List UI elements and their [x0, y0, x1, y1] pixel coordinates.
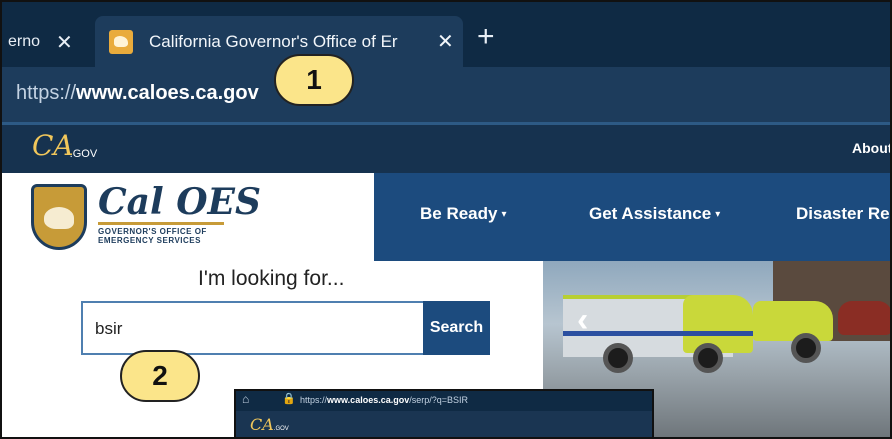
tab-active-title: California Governor's Office of Er — [149, 31, 398, 51]
lock-icon: 🔒 — [282, 393, 296, 405]
nav-link-about[interactable]: About — [852, 140, 890, 156]
helicopter-shape — [838, 301, 890, 335]
nav-item-get-assistance[interactable]: Get Assistance ▾ — [589, 204, 720, 224]
wheel-shape — [791, 333, 821, 363]
nav-item-be-ready[interactable]: Be Ready ▾ — [420, 204, 507, 224]
nav-item-label: Be Ready — [420, 204, 498, 223]
address-bar[interactable]: https://www.caloes.ca.gov — [2, 67, 890, 125]
wheel-shape — [603, 343, 633, 373]
cagov-logo-text: CA — [32, 129, 74, 162]
home-icon[interactable]: ⌂ — [242, 392, 249, 406]
browser-tab-strip: erno ✕ California Governor's Office of E… — [2, 2, 890, 67]
callout-step-1: 1 — [274, 54, 354, 106]
search-input[interactable]: bsir — [81, 301, 425, 355]
fire-truck-cab-shape — [683, 295, 753, 353]
search-button[interactable]: Search — [423, 301, 490, 355]
url-prefix: https:// — [16, 82, 77, 104]
tab-previous[interactable]: erno ✕ — [2, 20, 92, 64]
cagov-bar: CA.GOV About — [2, 125, 890, 173]
inset-url-host: www.caloes.ca.gov — [327, 395, 410, 405]
search-heading: I'm looking for... — [198, 267, 345, 290]
main-nav: Be Ready▾ Get Assistance▾ Disaster Resp — [374, 173, 890, 261]
callout-step-2: 2 — [120, 350, 200, 402]
caloes-favicon-icon — [109, 29, 133, 54]
site-logo-area[interactable]: Cal OES GOVERNOR'S OFFICE OF EMERGENCY S… — [2, 173, 374, 261]
nav-item-label: Get Assistance — [589, 204, 712, 223]
close-icon[interactable]: ✕ — [437, 29, 454, 54]
screenshot-frame: erno ✕ California Governor's Office of E… — [0, 0, 892, 439]
pickup-truck-shape — [753, 301, 833, 341]
chevron-down-icon: ▾ — [715, 209, 721, 220]
inset-url-prefix: https:// — [300, 395, 328, 405]
brand: Cal OES GOVERNOR'S OFFICE OF EMERGENCY S… — [98, 183, 261, 245]
nav-item-disaster-response[interactable]: Disaster Resp — [796, 204, 890, 224]
cagov-logo[interactable]: CA.GOV — [32, 131, 101, 167]
inset-cagov-logo: CA.GOV — [250, 415, 289, 434]
carousel-prev-icon[interactable]: ‹ — [577, 301, 588, 340]
caloes-seal-icon — [31, 184, 87, 250]
inset-screenshot: ⌂ 🔒 https://www.caloes.ca.gov/serp/?q=BS… — [234, 389, 654, 437]
inset-url-text[interactable]: https://www.caloes.ca.gov/serp/?q=BSIR — [300, 395, 468, 405]
tab-active[interactable]: California Governor's Office of Er ✕ — [95, 16, 463, 67]
inset-logo-text: CA — [250, 415, 274, 434]
wheel-shape — [693, 343, 723, 373]
url-text[interactable]: https://www.caloes.ca.gov — [16, 82, 259, 105]
new-tab-button[interactable]: + — [477, 22, 495, 52]
inset-address-bar: ⌂ 🔒 https://www.caloes.ca.gov/serp/?q=BS… — [236, 391, 652, 411]
close-icon[interactable]: ✕ — [56, 30, 73, 55]
brand-name: Cal OES — [98, 181, 261, 223]
search-input-value: bsir — [95, 319, 123, 338]
cagov-logo-suffix: .GOV — [69, 148, 98, 160]
inset-logo-suffix: .GOV — [273, 426, 289, 432]
url-host: www.caloes.ca.gov — [76, 82, 259, 104]
inset-url-path: /serp/?q=BSIR — [409, 395, 468, 405]
tab-previous-label: erno — [8, 33, 41, 50]
nav-item-label: Disaster Resp — [796, 204, 890, 223]
brand-subtitle: GOVERNOR'S OFFICE OF EMERGENCY SERVICES — [98, 227, 207, 245]
chevron-down-icon: ▾ — [501, 209, 507, 220]
truck-stripe-shape — [563, 331, 753, 336]
